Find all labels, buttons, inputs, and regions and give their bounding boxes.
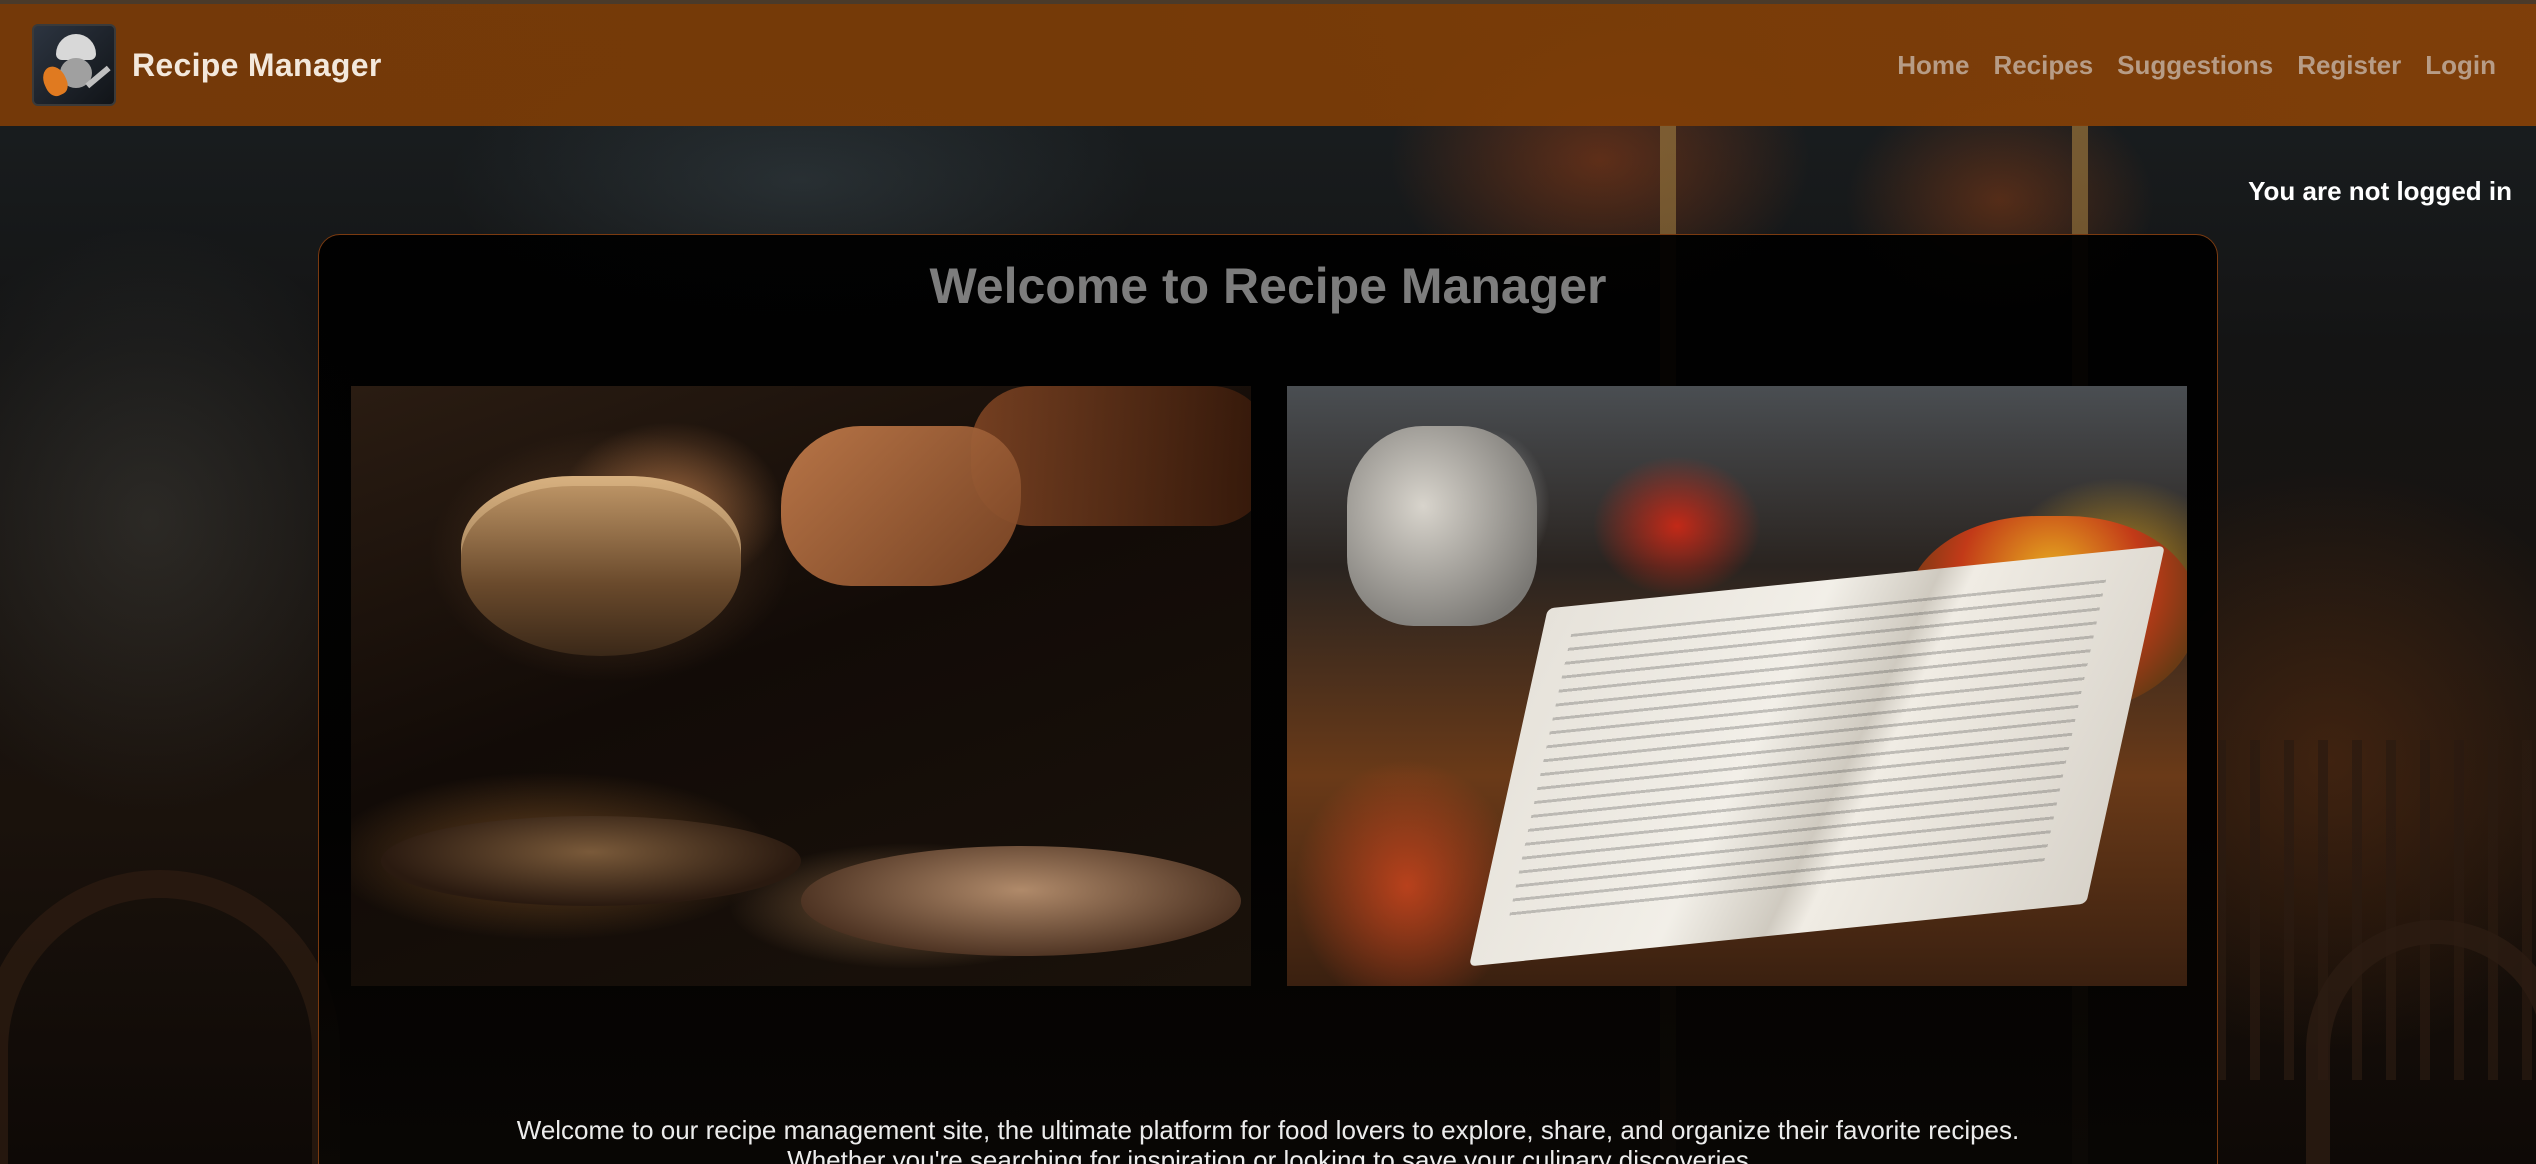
chef-logo-icon[interactable] — [32, 24, 116, 106]
brand[interactable]: Recipe Manager — [32, 24, 382, 106]
navbar: Recipe Manager Home Recipes Suggestions … — [0, 0, 2536, 126]
welcome-card: Welcome to Recipe Manager Welcome to our… — [318, 234, 2218, 1164]
brand-title[interactable]: Recipe Manager — [132, 47, 382, 84]
background-chair — [0, 870, 340, 1164]
intro-paragraph: Welcome to our recipe management site, t… — [516, 1115, 2020, 1164]
nav-login-link[interactable]: Login — [2425, 50, 2496, 81]
nav-suggestions-link[interactable]: Suggestions — [2117, 50, 2273, 81]
nav-recipes-link[interactable]: Recipes — [1993, 50, 2093, 81]
nav-register-link[interactable]: Register — [2297, 50, 2401, 81]
cooking-photo — [351, 386, 1251, 986]
cookbook-photo — [1287, 386, 2187, 986]
page-title: Welcome to Recipe Manager — [929, 258, 1607, 314]
nav-links: Home Recipes Suggestions Register Login — [1897, 50, 2496, 81]
login-status: You are not logged in — [2248, 176, 2512, 206]
nav-home-link[interactable]: Home — [1897, 50, 1969, 81]
